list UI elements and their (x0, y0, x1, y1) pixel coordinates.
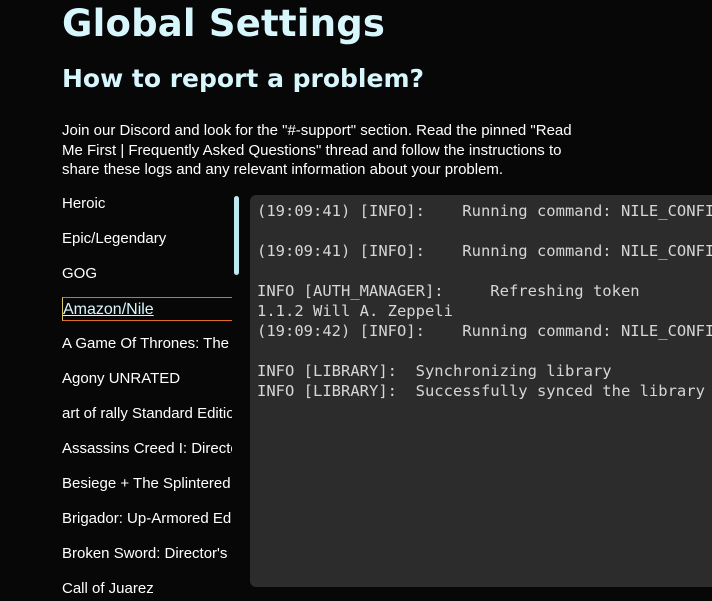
sidebar-item-game[interactable]: Brigador: Up-Armored Edition (62, 501, 232, 536)
report-instructions: Join our Discord and look for the "#-sup… (62, 122, 572, 178)
sidebar-item-heroic[interactable]: Heroic (62, 186, 232, 221)
sidebar-item-game[interactable]: Agony UNRATED (62, 361, 232, 396)
page-title: Global Settings (62, 2, 386, 45)
sidebar-item-epic-legendary[interactable]: Epic/Legendary (62, 221, 232, 256)
sidebar-item-game[interactable]: Call of Juarez (62, 571, 232, 601)
sidebar-item-game[interactable]: A Game Of Thrones: The Board Game (62, 326, 232, 361)
sidebar-item-game[interactable]: Besiege + The Splintered Sea (62, 466, 232, 501)
sidebar-item-game[interactable]: Assassins Creed I: Director's Cut (62, 431, 232, 466)
sidebar-scrollbar[interactable] (234, 196, 239, 275)
sidebar-item-game[interactable]: Broken Sword: Director's Cut (62, 536, 232, 571)
sidebar-item-game[interactable]: art of rally Standard Edition (62, 396, 232, 431)
log-panel[interactable]: (19:09:41) [INFO]: Running command: NILE… (250, 195, 712, 587)
sidebar-item-amazon-nile[interactable]: Amazon/Nile (62, 297, 232, 321)
log-output: (19:09:41) [INFO]: Running command: NILE… (257, 202, 712, 400)
log-source-list: Heroic Epic/Legendary GOG Amazon/Nile A … (62, 186, 232, 601)
sidebar-item-gog[interactable]: GOG (62, 256, 232, 291)
section-title: How to report a problem? (62, 64, 425, 93)
